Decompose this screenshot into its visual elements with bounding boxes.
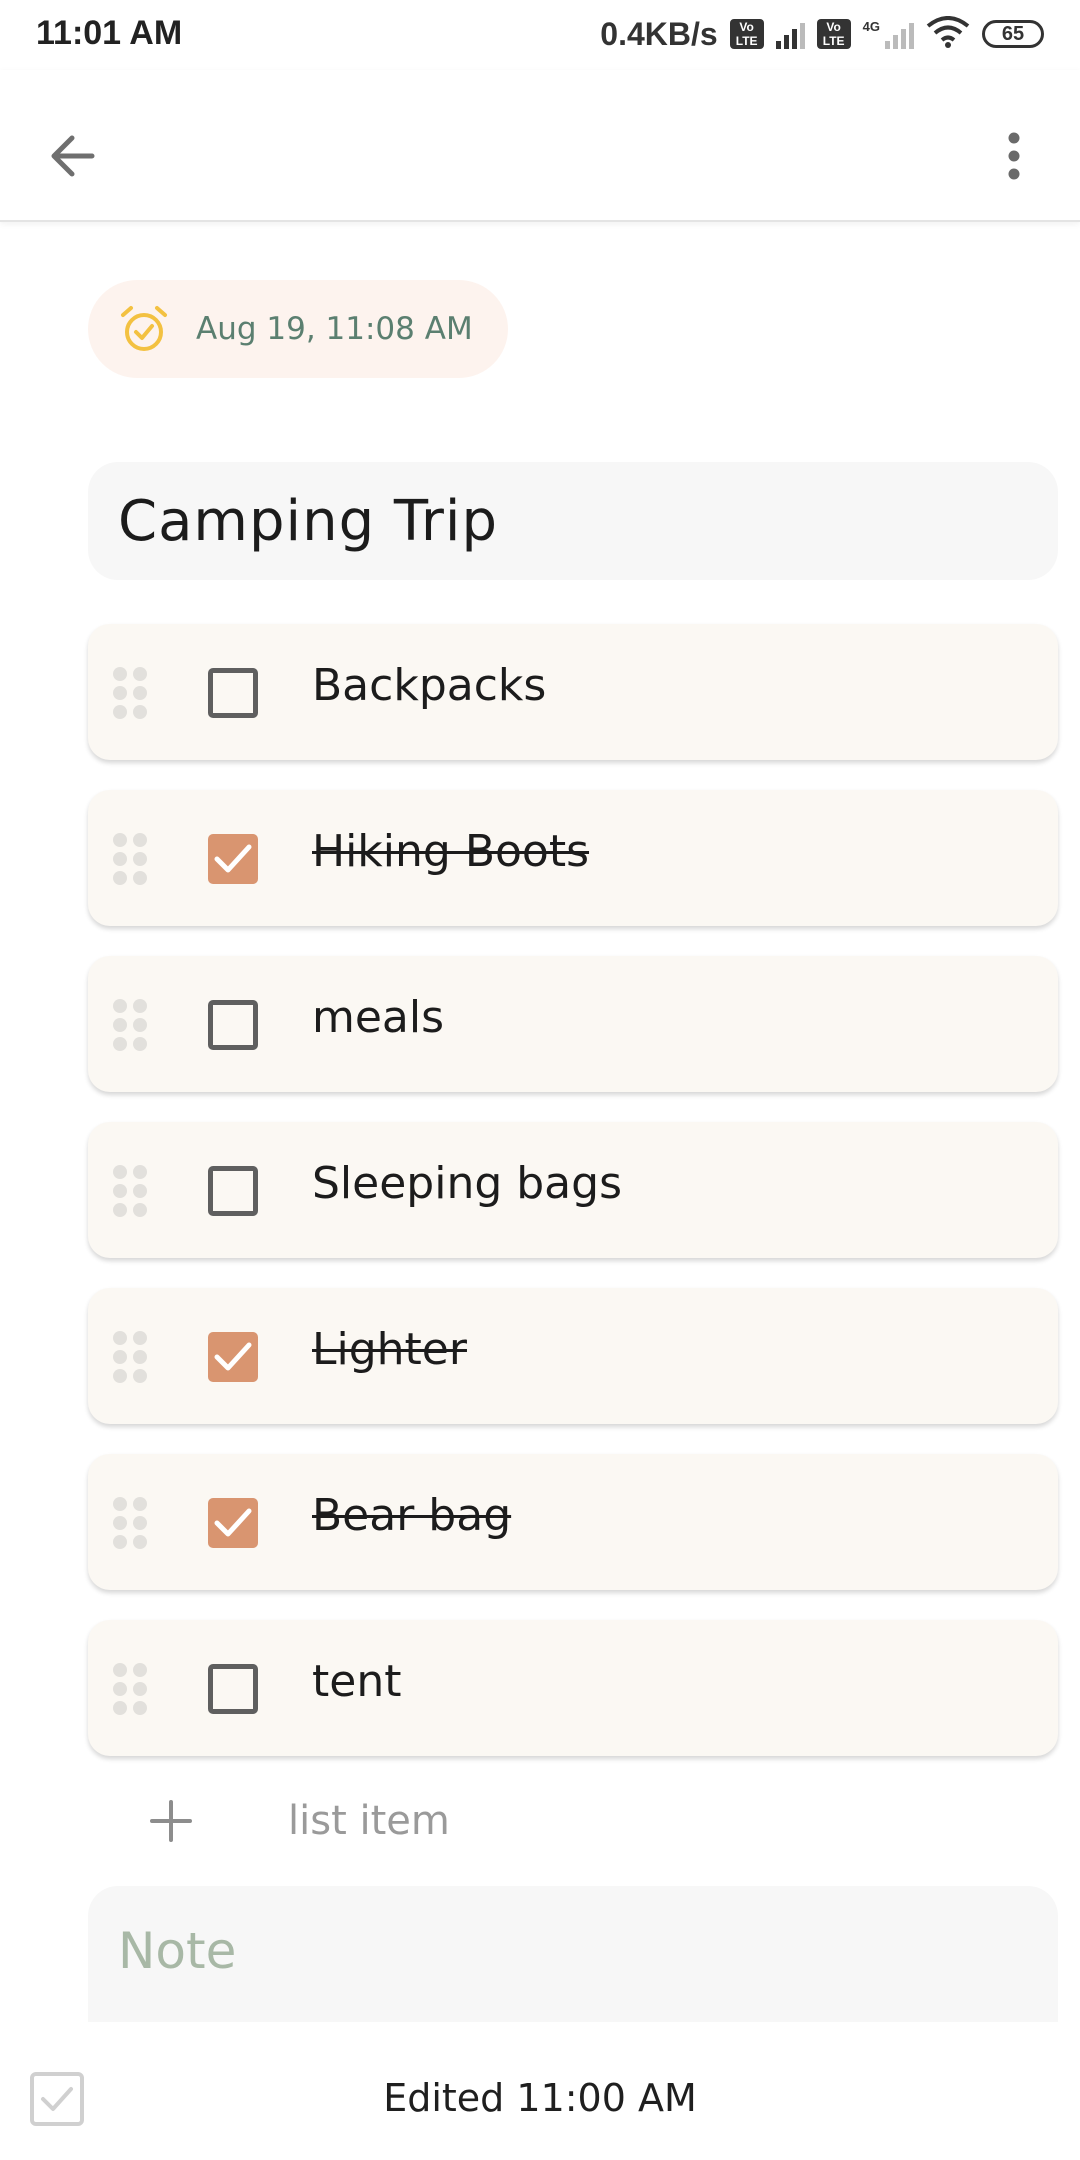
checklist-item-label[interactable]: Sleeping bags xyxy=(312,1158,622,1209)
checkbox-checked[interactable] xyxy=(208,834,258,884)
arrow-back-icon xyxy=(51,135,95,177)
status-time: 11:01 AM xyxy=(36,14,183,52)
checkbox-unchecked[interactable] xyxy=(208,668,258,718)
note-title: Camping Trip xyxy=(118,488,499,554)
checklist-item-label[interactable]: Backpacks xyxy=(312,660,546,711)
signal-icon-4g: 4G xyxy=(863,19,914,49)
checklist-item: Hiking Boots xyxy=(88,790,1058,926)
check-icon xyxy=(214,844,252,873)
network-type-label: 4G xyxy=(862,19,880,34)
checkbox-unchecked[interactable] xyxy=(208,1664,258,1714)
checklist-item-label[interactable]: Bear bag xyxy=(312,1490,511,1541)
note-title-field[interactable]: Camping Trip xyxy=(88,462,1058,580)
drag-handle-icon[interactable] xyxy=(110,1164,150,1218)
add-list-item-label: list item xyxy=(288,1798,450,1844)
app-bar xyxy=(0,70,1080,222)
note-placeholder: Note xyxy=(118,1922,237,1980)
add-list-item-button[interactable]: list item xyxy=(88,1786,1058,1856)
checkbox-checked[interactable] xyxy=(208,1498,258,1548)
reminder-chip[interactable]: Aug 19, 11:08 AM xyxy=(88,280,508,378)
volte-icon: Vo LTE xyxy=(729,19,764,49)
drag-handle-icon[interactable] xyxy=(110,1496,150,1550)
checklist: Backpacks Hiking Boots meals Sleeping bags L… xyxy=(88,624,1058,1786)
checklist-item: tent xyxy=(88,1620,1058,1756)
alarm-check-icon xyxy=(121,306,167,351)
volte-icon-2: Vo LTE xyxy=(816,19,851,49)
drag-handle-icon[interactable] xyxy=(110,1662,150,1716)
more-options-button[interactable] xyxy=(984,120,1044,192)
checkbox-unchecked[interactable] xyxy=(208,1166,258,1216)
network-speed: 0.4KB/s xyxy=(600,15,718,52)
more-vert-icon xyxy=(1008,132,1020,180)
status-icons: 0.4KB/s Vo LTE Vo LTE 4G 65 xyxy=(600,14,1044,54)
checklist-item: meals xyxy=(88,956,1058,1092)
drag-handle-icon[interactable] xyxy=(110,666,150,720)
checklist-item: Bear bag xyxy=(88,1454,1058,1590)
checklist-item: Sleeping bags xyxy=(88,1122,1058,1258)
drag-handle-icon[interactable] xyxy=(110,998,150,1052)
battery-icon: 65 xyxy=(982,20,1044,48)
checklist-item: Lighter xyxy=(88,1288,1058,1424)
checklist-item-label[interactable]: Hiking Boots xyxy=(312,826,589,877)
plus-icon xyxy=(150,1800,192,1842)
wifi-icon xyxy=(926,15,970,53)
signal-icon xyxy=(775,19,805,49)
reminder-datetime: Aug 19, 11:08 AM xyxy=(196,311,473,347)
checkbox-checked[interactable] xyxy=(208,1332,258,1382)
check-icon xyxy=(214,1342,252,1371)
drag-handle-icon[interactable] xyxy=(110,1330,150,1384)
checklist-item-label[interactable]: meals xyxy=(312,992,444,1043)
back-button[interactable] xyxy=(40,120,112,192)
checklist-item-label[interactable]: Lighter xyxy=(312,1324,467,1375)
bottom-bar: Edited 11:00 AM xyxy=(0,2040,1080,2160)
checkbox-unchecked[interactable] xyxy=(208,1000,258,1050)
status-bar: 11:01 AM 0.4KB/s Vo LTE Vo LTE 4G 65 xyxy=(0,0,1080,70)
drag-handle-icon[interactable] xyxy=(110,832,150,886)
checklist-item: Backpacks xyxy=(88,624,1058,760)
check-icon xyxy=(214,1508,252,1537)
note-body-field[interactable]: Note xyxy=(88,1886,1058,2022)
edited-timestamp: Edited 11:00 AM xyxy=(383,2076,697,2120)
checklist-item-label[interactable]: tent xyxy=(312,1656,401,1707)
